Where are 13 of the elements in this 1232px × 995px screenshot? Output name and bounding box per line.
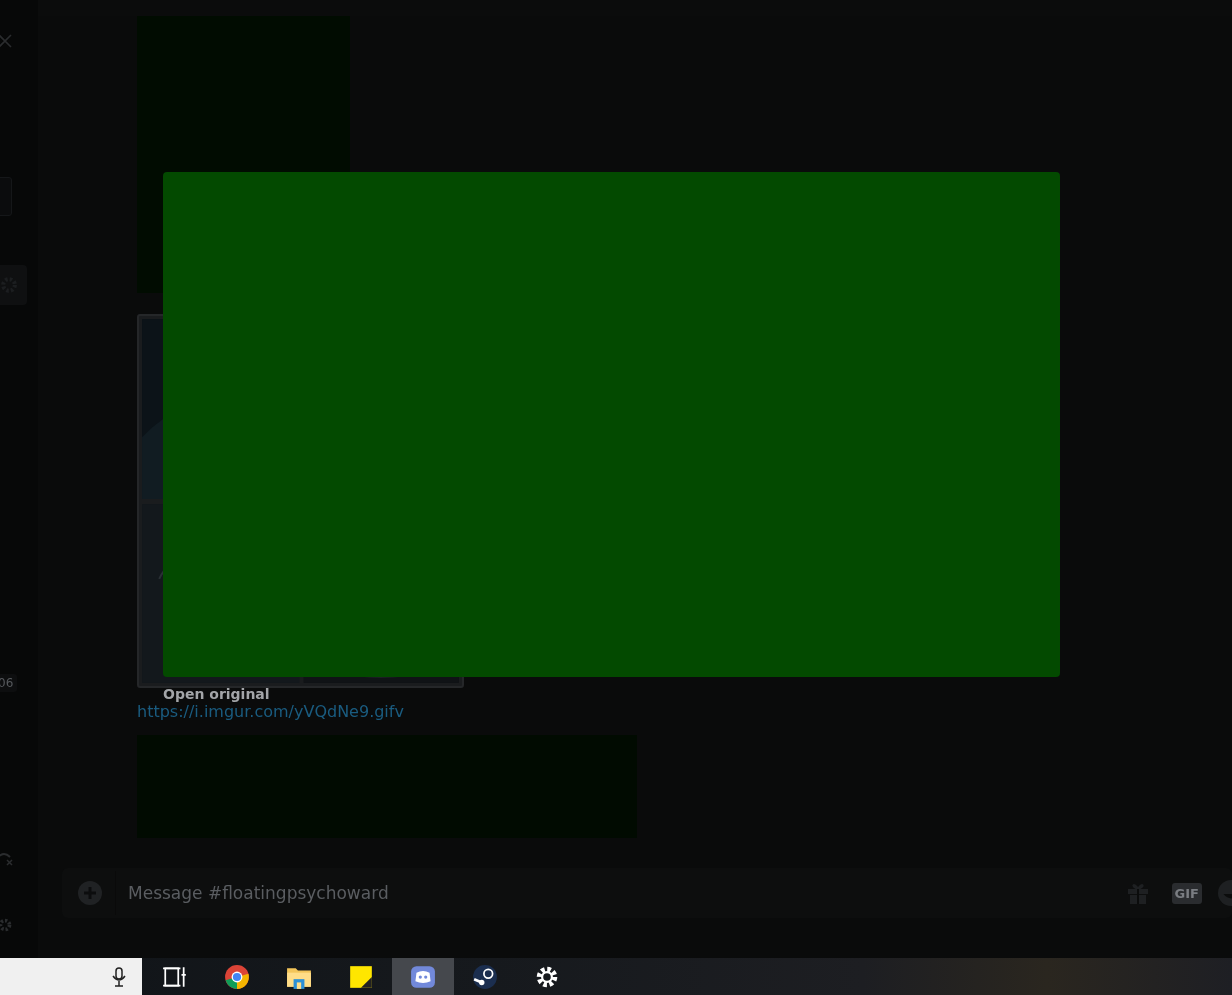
- steam-icon: [472, 963, 498, 990]
- browser-icon: [224, 963, 250, 990]
- gif-button[interactable]: GIF: [1171, 882, 1202, 904]
- taskbar-button[interactable]: [392, 958, 454, 995]
- link[interactable]: https://i.imgur.com/yVQdNe9.gifv: [137, 702, 404, 722]
- message-input[interactable]: Message #floatingpsychoward: [128, 883, 1114, 903]
- close-icon[interactable]: [0, 34, 12, 48]
- chat-app-icon: [410, 963, 436, 990]
- open-original-link[interactable]: Open original: [163, 686, 270, 702]
- settings-icon[interactable]: [0, 916, 14, 934]
- microphone-icon[interactable]: [112, 966, 126, 987]
- phone-icon[interactable]: [0, 850, 14, 866]
- note-icon: [348, 963, 374, 990]
